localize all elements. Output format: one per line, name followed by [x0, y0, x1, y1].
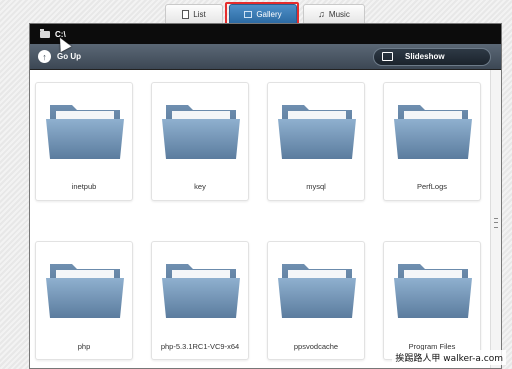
folder-icon [46, 264, 124, 318]
folder-item[interactable]: php [35, 241, 133, 360]
arrow-up-icon: ↑ [38, 50, 51, 63]
folder-item[interactable]: inetpub [35, 82, 133, 201]
go-up-label: Go Up [57, 52, 81, 61]
folder-icon [162, 105, 240, 159]
folder-icon [394, 264, 472, 318]
document-icon [182, 9, 190, 19]
folder-item[interactable]: Program Files [383, 241, 481, 360]
folder-item[interactable]: php-5.3.1RC1-VC9-x64 [151, 241, 249, 360]
folder-icon [46, 105, 124, 159]
tab-gallery[interactable]: Gallery [229, 4, 297, 24]
tab-list[interactable]: List [165, 4, 223, 24]
folder-name: inetpub [71, 182, 97, 191]
watermark: 挨踢路人甲 walker-a.com [392, 350, 506, 365]
folder-grid: inetpub key mysql PerfLogs php php-5.3.1… [35, 82, 485, 360]
folder-icon [162, 264, 240, 318]
tab-list-label: List [193, 9, 206, 19]
folder-item[interactable]: mysql [267, 82, 365, 201]
folder-icon [278, 105, 356, 159]
folder-name: PerfLogs [416, 182, 448, 191]
slideshow-label: Slideshow [405, 52, 445, 61]
tab-music[interactable]: ♫ Music [303, 4, 365, 24]
folder-name: php-5.3.1RC1-VC9-x64 [160, 342, 240, 351]
folder-icon [278, 264, 356, 318]
slideshow-icon [382, 52, 393, 61]
folder-icon [40, 28, 50, 38]
scrollbar[interactable] [490, 70, 501, 368]
folder-name: ppsvodcache [293, 342, 339, 351]
folder-item[interactable]: ppsvodcache [267, 241, 365, 360]
folder-name: key [194, 182, 206, 191]
folder-item[interactable]: PerfLogs [383, 82, 481, 201]
folder-item[interactable]: key [151, 82, 249, 201]
scrollbar-grip[interactable] [494, 218, 498, 228]
folder-name: mysql [306, 182, 326, 191]
folder-name: php [77, 342, 91, 351]
go-up-button[interactable]: ↑ Go Up [38, 50, 81, 63]
folder-icon [394, 105, 472, 159]
gallery-icon [244, 10, 253, 18]
headphones-icon: ♫ [318, 9, 325, 19]
path-bar: C:\ [30, 24, 501, 44]
tab-music-label: Music [328, 9, 350, 19]
tab-gallery-label: Gallery [256, 9, 282, 19]
toolbar: ↑ Go Up Slideshow [30, 44, 501, 70]
slideshow-button[interactable]: Slideshow [373, 47, 491, 66]
file-browser-window: C:\ ↑ Go Up Slideshow inetpub key mysql … [29, 23, 502, 369]
